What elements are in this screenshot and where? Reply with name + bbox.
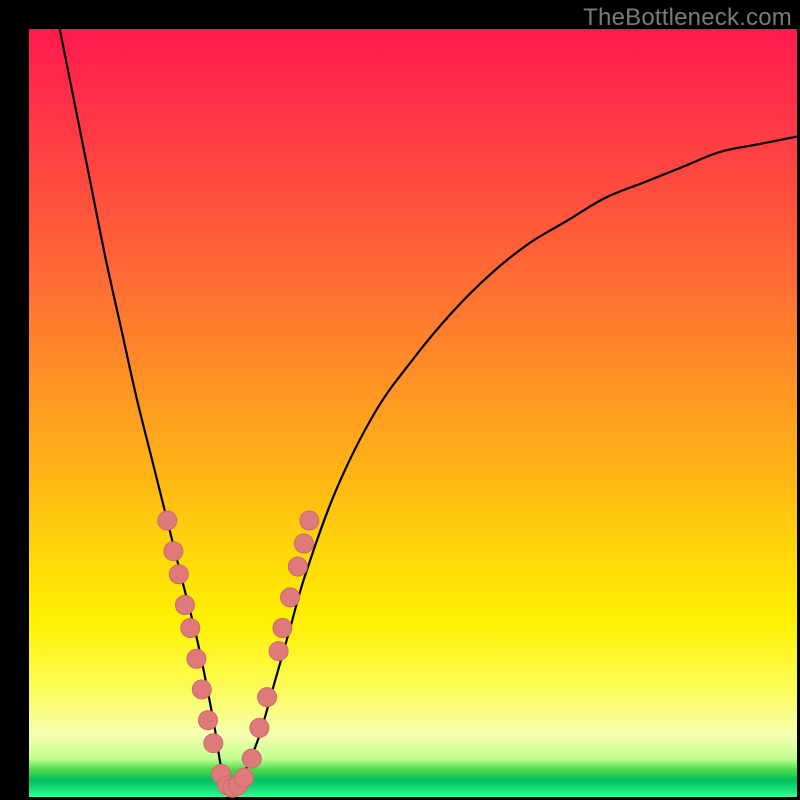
sample-point — [294, 534, 313, 553]
sample-point — [187, 649, 206, 668]
sample-point — [169, 565, 188, 584]
bottleneck-curve — [60, 29, 797, 792]
plot-area — [29, 29, 797, 797]
sample-point — [164, 542, 183, 561]
sample-point — [273, 619, 292, 638]
sample-point — [181, 619, 200, 638]
sample-points-group — [158, 511, 319, 797]
sample-point — [242, 749, 261, 768]
sample-point — [250, 718, 269, 737]
sample-point — [288, 557, 307, 576]
sample-point — [300, 511, 319, 530]
sample-point — [175, 596, 194, 615]
sample-point — [158, 511, 177, 530]
sample-point — [204, 734, 223, 753]
sample-point — [269, 642, 288, 661]
sample-point — [235, 768, 254, 787]
chart-canvas: TheBottleneck.com — [0, 0, 800, 800]
sample-point — [258, 688, 277, 707]
bottleneck-curve-svg — [29, 29, 797, 797]
watermark-label: TheBottleneck.com — [583, 4, 792, 32]
sample-point — [281, 588, 300, 607]
sample-point — [198, 711, 217, 730]
sample-point — [192, 680, 211, 699]
